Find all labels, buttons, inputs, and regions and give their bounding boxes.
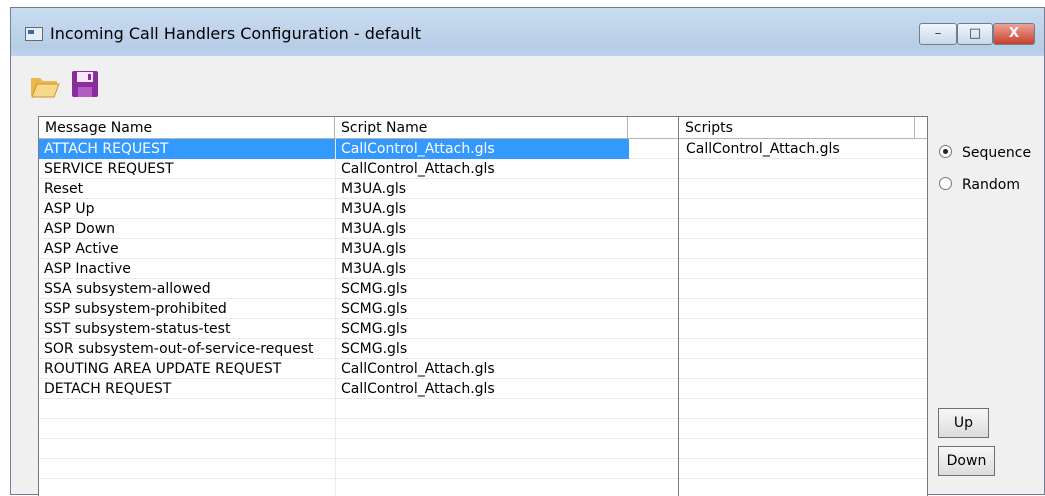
table-row[interactable]: Reset M3UA.gls <box>39 179 678 199</box>
table-row[interactable]: ASP Active M3UA.gls <box>39 239 678 259</box>
table-row[interactable]: SSA subsystem-allowed SCMG.gls <box>39 279 678 299</box>
empty-list-item[interactable] <box>679 279 927 299</box>
main-window: Incoming Call Handlers Configuration - d… <box>10 7 1045 496</box>
table-row[interactable]: ASP Down M3UA.gls <box>39 219 678 239</box>
open-folder-icon[interactable] <box>29 68 61 100</box>
empty-table-row[interactable] <box>39 459 678 479</box>
empty-list-item[interactable] <box>679 379 927 399</box>
message-name-cell: Reset <box>44 181 84 197</box>
message-name-cell: ATTACH REQUEST <box>39 139 335 159</box>
empty-list-item[interactable] <box>679 239 927 259</box>
save-disk-icon[interactable] <box>69 68 101 100</box>
script-name-cell: SCMG.gls <box>341 341 408 357</box>
empty-table-row[interactable] <box>39 399 678 419</box>
minimize-button[interactable]: – <box>919 23 957 45</box>
table-row[interactable]: SST subsystem-status-test SCMG.gls <box>39 319 678 339</box>
message-name-cell: ASP Down <box>44 221 116 237</box>
table-row[interactable]: SSP subsystem-prohibited SCMG.gls <box>39 299 678 319</box>
message-name-cell: SST subsystem-status-test <box>44 321 231 337</box>
empty-list-item[interactable] <box>679 179 927 199</box>
empty-list-item[interactable] <box>679 419 927 439</box>
window-title: Incoming Call Handlers Configuration - d… <box>50 24 421 43</box>
list-item[interactable]: CallControl_Attach.gls <box>679 139 927 159</box>
empty-list-item[interactable] <box>679 259 927 279</box>
column-header-filler <box>628 117 678 139</box>
empty-table-row[interactable] <box>39 439 678 459</box>
radio-sequence[interactable]: Sequence <box>939 145 1031 161</box>
empty-list-item[interactable] <box>679 339 927 359</box>
message-name-cell: SERVICE REQUEST <box>44 161 174 177</box>
table-row[interactable]: SOR subsystem-out-of-service-request SCMG… <box>39 339 678 359</box>
down-button[interactable]: Down <box>938 446 995 476</box>
empty-list-item[interactable] <box>679 219 927 239</box>
column-header-script-name[interactable]: Script Name <box>335 117 628 139</box>
script-name-cell: CallControl_Attach.gls <box>336 139 629 159</box>
script-file-cell: CallControl_Attach.gls <box>686 141 840 157</box>
script-name-cell: SCMG.gls <box>341 301 408 317</box>
empty-list-item[interactable] <box>679 319 927 339</box>
empty-table-row[interactable] <box>39 419 678 439</box>
table-row[interactable]: DETACH REQUEST CallControl_Attach.gls <box>39 379 678 399</box>
script-name-cell: SCMG.gls <box>341 321 408 337</box>
script-name-cell: M3UA.gls <box>341 261 407 277</box>
script-name-cell: M3UA.gls <box>341 241 407 257</box>
table-row[interactable]: ASP Up M3UA.gls <box>39 199 678 219</box>
message-name-cell: ROUTING AREA UPDATE REQUEST <box>44 361 282 377</box>
message-name-cell: DETACH REQUEST <box>44 381 172 397</box>
column-header-message-name[interactable]: Message Name <box>39 117 335 139</box>
radio-sequence-dot[interactable] <box>939 145 952 158</box>
script-name-cell: CallControl_Attach.gls <box>341 161 495 177</box>
title-bar[interactable]: Incoming Call Handlers Configuration - d… <box>11 8 1044 56</box>
column-header-scripts[interactable]: Scripts <box>679 117 915 139</box>
scripts-list[interactable]: Scripts CallControl_Attach.gls <box>678 116 928 496</box>
empty-list-item[interactable] <box>679 159 927 179</box>
empty-list-item[interactable] <box>679 199 927 219</box>
script-name-cell: CallControl_Attach.gls <box>341 381 495 397</box>
empty-list-item[interactable] <box>679 359 927 379</box>
table-row[interactable]: ASP Inactive M3UA.gls <box>39 259 678 279</box>
script-name-cell: SCMG.gls <box>341 281 408 297</box>
empty-list-item[interactable] <box>679 459 927 479</box>
empty-list-item[interactable] <box>679 479 927 496</box>
message-name-cell: SSA subsystem-allowed <box>44 281 211 297</box>
radio-sequence-label: Sequence <box>962 145 1032 161</box>
message-name-cell: ASP Inactive <box>44 261 131 277</box>
message-list[interactable]: Message Name Script Name ATTACH REQUEST C… <box>38 116 679 496</box>
script-name-cell: M3UA.gls <box>341 181 407 197</box>
maximize-button[interactable]: □ <box>957 23 993 45</box>
message-name-cell: SSP subsystem-prohibited <box>44 301 227 317</box>
empty-list-item[interactable] <box>679 399 927 419</box>
table-row[interactable]: ROUTING AREA UPDATE REQUEST CallControl_A… <box>39 359 678 379</box>
empty-list-item[interactable] <box>679 299 927 319</box>
script-name-cell: M3UA.gls <box>341 201 407 217</box>
column-header-filler <box>915 117 927 139</box>
radio-random[interactable]: Random <box>939 177 1020 193</box>
app-window-icon <box>25 27 43 41</box>
table-row[interactable]: ATTACH REQUEST CallControl_Attach.gls <box>39 139 678 159</box>
radio-random-dot[interactable] <box>939 177 952 190</box>
script-name-cell: CallControl_Attach.gls <box>341 361 495 377</box>
radio-random-label: Random <box>962 177 1020 193</box>
close-button[interactable]: X <box>993 23 1035 45</box>
table-row[interactable]: SERVICE REQUEST CallControl_Attach.gls <box>39 159 678 179</box>
up-button[interactable]: Up <box>938 408 989 438</box>
empty-list-item[interactable] <box>679 439 927 459</box>
message-name-cell: ASP Up <box>44 201 95 217</box>
message-name-cell: SOR subsystem-out-of-service-request <box>44 341 314 357</box>
empty-table-row[interactable] <box>39 479 678 496</box>
script-name-cell: M3UA.gls <box>341 221 407 237</box>
message-name-cell: ASP Active <box>44 241 119 257</box>
